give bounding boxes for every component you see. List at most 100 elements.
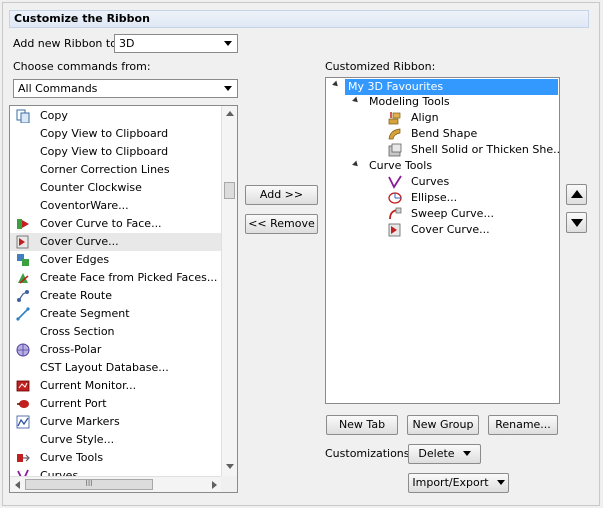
command-list-item[interactable]: Curve Markers — [10, 413, 222, 431]
rename-button[interactable]: Rename... — [488, 415, 558, 435]
command-list-item[interactable]: Cross Section — [10, 323, 222, 341]
command-list-item[interactable]: Copy View to Clipboard — [10, 125, 222, 143]
tree-item-cover-curve[interactable]: Cover Curve... — [411, 222, 490, 238]
command-label: Cover Curve to Face... — [40, 217, 162, 230]
command-list-item[interactable]: Curve Tools — [10, 449, 222, 467]
add-new-ribbon-label: Add new Ribbon to: — [13, 37, 121, 50]
command-list-item[interactable]: Create Route — [10, 287, 222, 305]
tree-group-modeling-tools[interactable]: Modeling Tools — [369, 94, 450, 110]
tree-item-curves[interactable]: Curves — [411, 174, 449, 190]
vertical-scrollbar[interactable] — [221, 106, 237, 477]
section-title: Customize the Ribbon — [9, 10, 589, 28]
bend-shape-icon — [388, 128, 401, 140]
command-label: Copy View to Clipboard — [40, 145, 169, 158]
add-button[interactable]: Add >> — [245, 185, 318, 205]
create-face-icon — [18, 273, 29, 284]
horizontal-scrollbar[interactable]: III — [10, 476, 222, 492]
new-tab-button[interactable]: New Tab — [326, 415, 398, 435]
import-export-button-label: Import/Export — [412, 476, 489, 489]
command-label: Curve Style... — [40, 433, 115, 446]
vertical-scroll-thumb[interactable] — [224, 182, 235, 199]
ellipse-icon — [388, 192, 402, 204]
command-list-item[interactable]: Cover Curve to Face... — [10, 215, 222, 233]
move-down-button[interactable] — [566, 212, 587, 233]
command-label: Create Route — [40, 289, 112, 302]
command-label: Copy View to Clipboard — [40, 127, 169, 140]
command-label: Cross-Polar — [40, 343, 102, 356]
command-list-item[interactable]: CoventorWare... — [10, 197, 222, 215]
tree-tab-my-3d-favourites[interactable]: My 3D Favourites — [345, 79, 558, 95]
chevron-down-icon — [224, 86, 232, 91]
command-list-item[interactable]: Cover Edges — [10, 251, 222, 269]
move-up-button[interactable] — [566, 184, 587, 205]
command-label: Cover Edges — [40, 253, 110, 266]
horizontal-scroll-thumb[interactable]: III — [25, 479, 153, 490]
curve-markers-icon — [16, 415, 30, 429]
align-icon — [388, 112, 401, 125]
command-label: Current Port — [40, 397, 107, 410]
command-list-item[interactable]: Create Segment — [10, 305, 222, 323]
shell-solid-icon — [388, 143, 402, 157]
command-list-item[interactable]: CST Layout Database... — [10, 359, 222, 377]
command-list-item[interactable]: Current Port — [10, 395, 222, 413]
command-label: Copy — [40, 109, 68, 122]
command-label: Curve Markers — [40, 415, 120, 428]
command-list-item[interactable]: Create Face from Picked Faces... — [10, 269, 222, 287]
command-list-item[interactable]: Corner Correction Lines — [10, 161, 222, 179]
arrow-down-icon — [571, 219, 583, 227]
copy-icon — [16, 109, 30, 123]
commands-list[interactable]: Copy Copy View to Clipboard Copy View to C… — [9, 105, 238, 493]
import-export-button[interactable]: Import/Export — [408, 473, 509, 493]
command-label: CoventorWare... — [40, 199, 129, 212]
tree-item-bend-shape[interactable]: Bend Shape — [411, 126, 477, 142]
customized-ribbon-tree[interactable]: My 3D Favourites Modeling Tools Align Be… — [325, 77, 560, 404]
choose-commands-dropdown[interactable]: All Commands — [13, 79, 238, 98]
cover-curve-to-face-icon — [17, 219, 29, 229]
scroll-corner — [221, 476, 237, 492]
scroll-left-arrow-icon[interactable] — [14, 481, 20, 489]
delete-button[interactable]: Delete — [408, 444, 481, 464]
cover-edges-icon — [17, 254, 29, 266]
command-list-item[interactable]: Copy — [10, 107, 222, 125]
scroll-up-arrow-icon[interactable] — [226, 110, 234, 116]
command-list-item[interactable]: Curve Style... — [10, 431, 222, 449]
command-label: Curve Tools — [40, 451, 104, 464]
chevron-down-icon — [224, 41, 232, 46]
tree-item-sweep-curve[interactable]: Sweep Curve... — [411, 206, 494, 222]
current-monitor-icon — [16, 380, 30, 392]
command-label: Cross Section — [40, 325, 115, 338]
choose-commands-label: Choose commands from: — [13, 60, 151, 73]
add-new-ribbon-value: 3D — [119, 37, 135, 50]
command-label: Current Monitor... — [40, 379, 137, 392]
chevron-down-icon — [496, 480, 505, 485]
command-list-item[interactable]: Counter Clockwise — [10, 179, 222, 197]
cover-curve-icon — [16, 235, 29, 249]
collapse-arrow-icon[interactable] — [352, 96, 360, 105]
scroll-down-arrow-icon[interactable] — [226, 464, 234, 470]
new-group-button[interactable]: New Group — [407, 415, 479, 435]
command-list-item[interactable]: Copy View to Clipboard — [10, 143, 222, 161]
tree-item-ellipse[interactable]: Ellipse... — [411, 190, 457, 206]
tree-item-align[interactable]: Align — [411, 110, 439, 126]
arrow-up-icon — [571, 190, 583, 198]
collapse-arrow-icon[interactable] — [332, 80, 340, 89]
command-label: Create Segment — [40, 307, 130, 320]
command-label: Corner Correction Lines — [40, 163, 170, 176]
collapse-arrow-icon[interactable] — [352, 160, 360, 169]
tree-item-shell-solid[interactable]: Shell Solid or Thicken She... — [411, 142, 559, 158]
current-port-icon — [17, 400, 29, 408]
command-label: Create Face from Picked Faces... — [40, 271, 218, 284]
add-new-ribbon-dropdown[interactable]: 3D — [114, 34, 238, 53]
sweep-curve-icon — [389, 207, 402, 220]
command-label: Counter Clockwise — [40, 181, 142, 194]
command-list-item[interactable]: Cross-Polar — [10, 341, 222, 359]
scroll-right-arrow-icon[interactable] — [212, 481, 218, 489]
command-list-item[interactable]: Cover Curve... — [10, 233, 222, 251]
curve-tools-icon — [17, 454, 30, 462]
cover-curve-icon — [388, 223, 401, 237]
command-label: CST Layout Database... — [40, 361, 169, 374]
remove-button[interactable]: << Remove — [245, 214, 318, 234]
command-list-item[interactable]: Current Monitor... — [10, 377, 222, 395]
curves-icon — [388, 175, 402, 189]
tree-group-curve-tools[interactable]: Curve Tools — [369, 158, 432, 174]
